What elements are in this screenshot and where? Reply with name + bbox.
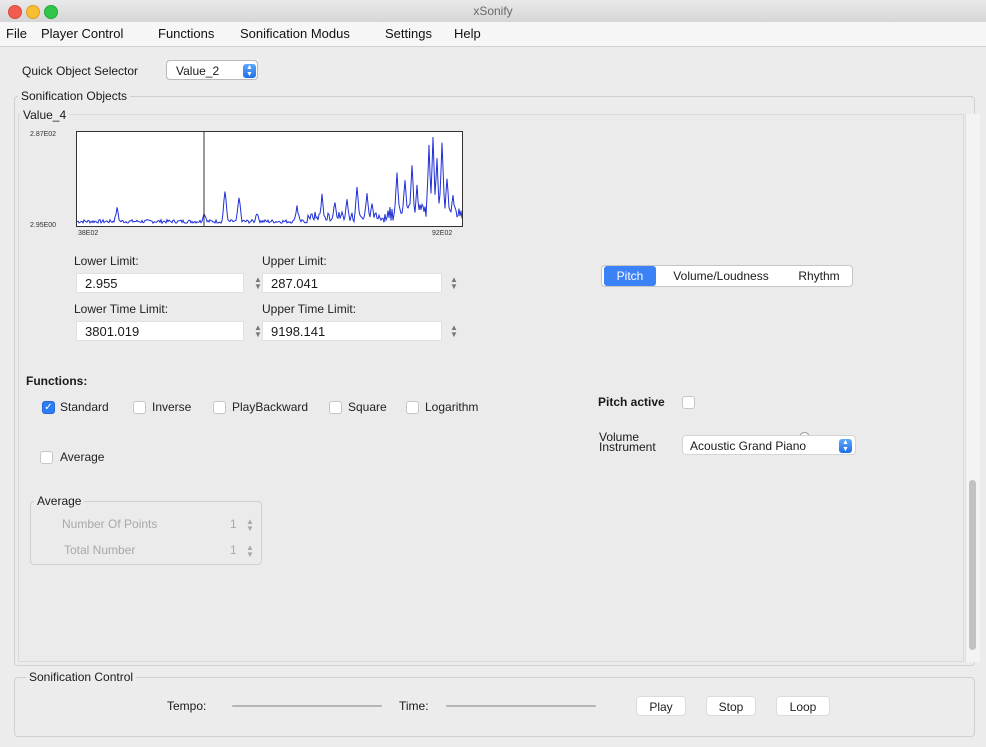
upper-limit-label: Upper Limit:: [262, 254, 327, 268]
instrument-label: Instrument: [599, 440, 656, 454]
quick-object-selector-label: Quick Object Selector: [22, 64, 139, 78]
upper-time-limit-stepper[interactable]: ▲ ▼: [450, 324, 458, 339]
menu-sonification-modus[interactable]: Sonification Modus: [240, 26, 350, 41]
menu-bar: [0, 22, 986, 47]
parameter-tabs: Pitch Volume/Loudness Rhythm: [601, 265, 853, 287]
instrument-value: Acoustic Grand Piano: [690, 439, 807, 453]
square-checkbox[interactable]: [329, 401, 342, 414]
plot-y-min-label: 2.95E00: [30, 222, 57, 229]
total-number-value[interactable]: 1: [230, 543, 237, 557]
logarithm-checkbox[interactable]: [406, 401, 419, 414]
time-series-plot[interactable]: [76, 131, 463, 227]
chevron-up-down-icon: ▲ ▼: [839, 439, 852, 453]
number-of-points-label: Number Of Points: [62, 517, 158, 531]
quick-object-selector-value: Value_2: [176, 64, 220, 78]
menu-settings[interactable]: Settings: [385, 26, 432, 41]
lower-limit-field[interactable]: 2.955: [76, 273, 244, 293]
tempo-label: Tempo:: [167, 699, 207, 713]
quick-object-selector[interactable]: Value_2 ▲ ▼: [166, 60, 258, 80]
stop-button[interactable]: Stop: [706, 696, 756, 716]
logarithm-label: Logarithm: [425, 400, 479, 414]
menu-help[interactable]: Help: [454, 26, 481, 41]
plot-y-max-label: 2.87E02: [30, 131, 57, 138]
lower-limit-stepper[interactable]: ▲ ▼: [254, 276, 262, 291]
average-label: Average: [60, 450, 105, 464]
time-slider[interactable]: [446, 705, 596, 707]
loop-button[interactable]: Loop: [776, 696, 830, 716]
sonification-objects-legend: Sonification Objects: [18, 89, 131, 103]
window-title: xSonify: [473, 4, 513, 18]
standard-label: Standard: [60, 400, 109, 414]
upper-limit-stepper[interactable]: ▲ ▼: [450, 276, 458, 291]
object-title: Value_4: [20, 108, 70, 122]
average-checkbox[interactable]: [40, 451, 53, 464]
square-label: Square: [348, 400, 387, 414]
total-number-stepper[interactable]: ▲ ▼: [246, 544, 254, 559]
pitch-active-label: Pitch active: [598, 395, 665, 409]
tab-pitch[interactable]: Pitch: [604, 266, 656, 286]
plot-x-max-label: 92E02: [432, 230, 453, 237]
lower-time-limit-field[interactable]: 3801.019: [76, 321, 244, 341]
instrument-select[interactable]: Acoustic Grand Piano ▲ ▼: [682, 435, 856, 455]
total-number-label: Total Number: [64, 543, 136, 557]
inverse-checkbox[interactable]: [133, 401, 146, 414]
lower-limit-label: Lower Limit:: [74, 254, 139, 268]
play-button[interactable]: Play: [636, 696, 686, 716]
playbackward-label: PlayBackward: [232, 400, 309, 414]
plot-x-min-label: 38E02: [78, 230, 99, 237]
number-of-points-stepper[interactable]: ▲ ▼: [246, 518, 254, 533]
menu-file[interactable]: File: [6, 26, 27, 41]
playbackward-checkbox[interactable]: [213, 401, 226, 414]
menu-functions[interactable]: Functions: [158, 26, 214, 41]
number-of-points-value[interactable]: 1: [230, 517, 237, 531]
tab-volume-loudness[interactable]: Volume/Loudness: [660, 266, 782, 286]
functions-title: Functions:: [26, 374, 88, 388]
pitch-active-checkbox[interactable]: [682, 396, 695, 409]
time-label: Time:: [399, 699, 429, 713]
sonification-control-legend: Sonification Control: [26, 670, 137, 684]
upper-time-limit-field[interactable]: 9198.141: [262, 321, 442, 341]
sonification-control-panel: [14, 677, 975, 737]
upper-limit-field[interactable]: 287.041: [262, 273, 442, 293]
tempo-slider[interactable]: [232, 705, 382, 707]
standard-checkbox[interactable]: ✓: [42, 401, 55, 414]
upper-time-limit-label: Upper Time Limit:: [262, 302, 357, 316]
inverse-label: Inverse: [152, 400, 192, 414]
average-group-legend: Average: [34, 494, 85, 508]
lower-time-limit-stepper[interactable]: ▲ ▼: [254, 324, 262, 339]
tab-rhythm[interactable]: Rhythm: [788, 266, 850, 286]
plot-svg: [77, 132, 462, 226]
vertical-scrollbar-thumb[interactable]: [969, 480, 976, 650]
chevron-up-down-icon: ▲ ▼: [243, 64, 256, 78]
menu-player-control[interactable]: Player Control: [41, 26, 123, 41]
lower-time-limit-label: Lower Time Limit:: [74, 302, 169, 316]
plot-series-line: [77, 136, 462, 225]
